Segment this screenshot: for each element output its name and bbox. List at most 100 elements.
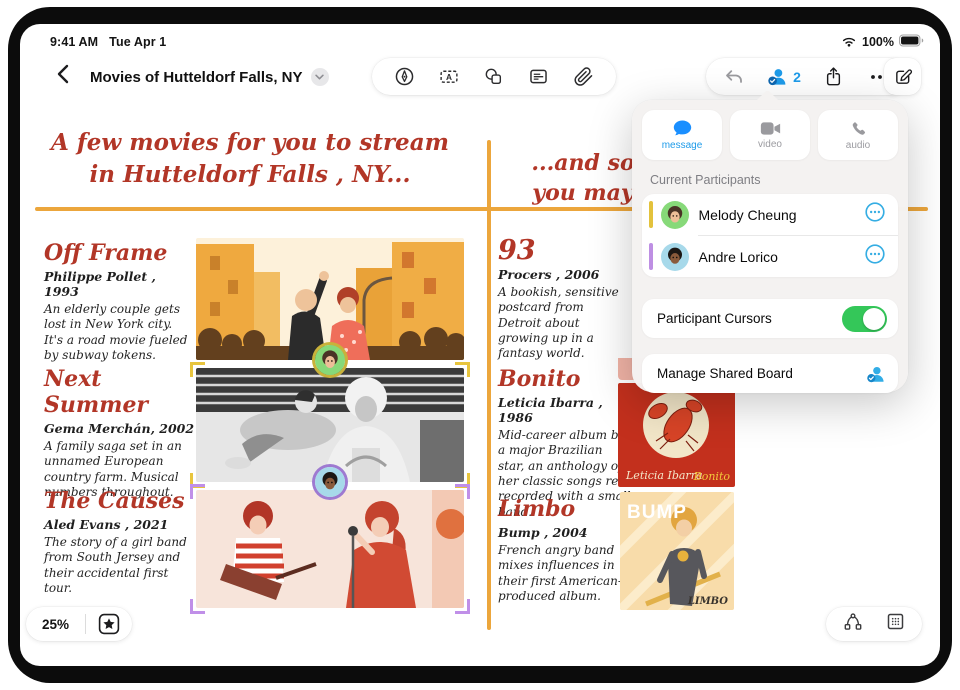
message-button[interactable]: message [642,110,722,160]
audio-label: audio [846,140,870,151]
melody-avatar-icon [315,345,345,375]
album-cover-limbo[interactable]: BUMP LIMBO [620,492,734,610]
movie-note-the-causes[interactable]: The Causes Aled Evans , 2021 The story o… [44,488,196,596]
album-description: French angry band mixes influences in th… [498,543,628,604]
zoom-control: 25% [26,607,132,641]
orange-vertical-divider[interactable] [487,140,491,630]
collaboration-popover: message video audio Current Participants [632,100,908,392]
video-label: video [758,139,782,150]
actions-toolbar: 2 [706,58,908,95]
next-summer-illustration [196,368,464,482]
manage-shared-board-button[interactable]: Manage Shared Board [642,354,898,393]
chevron-down-icon [315,74,324,80]
shapes-tool-button[interactable] [481,63,507,91]
note-icon [528,66,549,87]
zoom-level-button[interactable]: 25% [26,617,85,632]
new-board-button[interactable] [884,58,921,95]
attachment-tool-button[interactable] [571,63,597,91]
movie-title: Next Summer [44,366,196,418]
status-bar-right: 100% [841,34,924,50]
participant-name: Andre Lorico [699,249,865,265]
cover-artist-text: Leticia Ibarra [625,469,703,482]
avatar [661,201,689,229]
undo-button[interactable] [721,63,747,91]
board-title-control[interactable]: Movies of Hutteldorf Falls, NY [90,68,329,86]
grid-snap-button[interactable] [885,611,906,637]
album-title: 93 [498,238,626,264]
battery-icon [899,34,924,50]
draw-tool-button[interactable] [391,63,417,91]
participants-card: Melody Cheung Andre Lorico [642,194,898,277]
participant-count-badge: 2 [793,69,801,85]
sticky-note-tool-button[interactable] [526,63,552,91]
compose-icon [893,67,913,87]
participants-header: Current Participants [650,173,890,187]
movie-title: The Causes [44,488,196,514]
movie-note-next-summer[interactable]: Next Summer Gema Merchán, 2002 A family … [44,366,196,500]
movie-byline: Philippe Pollet , 1993 [44,269,194,299]
album-byline: Procers , 2006 [498,267,626,282]
movie-description: The story of a girl band from South Jers… [44,535,196,596]
collaboration-button[interactable]: 2 [767,66,801,87]
wifi-icon [841,35,857,50]
cover-title-text: Bonito [693,470,731,483]
melody-accent-bar [649,201,653,228]
participant-row-melody: Melody Cheung [642,194,898,235]
audio-button[interactable]: audio [818,110,898,160]
participant-cursors-label: Participant Cursors [657,311,842,326]
album-cover-bonito[interactable]: Leticia Ibarra Bonito [618,383,735,487]
participant-options-button[interactable] [864,243,886,270]
connector-lines-button[interactable] [842,611,864,637]
toggle-knob [863,308,885,330]
album-title: Bonito [498,366,632,392]
heading-left-line2: in Hutteldorf Falls , NY... [30,159,470,191]
status-date: Tue Apr 1 [109,35,166,49]
ipad-device-frame: 9:41 AM Tue Apr 1 100% Movies of Hutteld… [8,7,952,683]
text-box-icon: A [438,66,460,87]
battery-percent-label: 100% [862,35,894,49]
video-button[interactable]: video [730,110,810,160]
album-note-limbo[interactable]: Limbo Bump , 2004 French angry band mixe… [498,496,628,604]
participant-row-andre: Andre Lorico [642,236,898,277]
movie-note-off-frame[interactable]: Off Frame Philippe Pollet , 1993 An elde… [44,240,194,363]
title-menu-button[interactable] [311,68,329,86]
message-label: message [662,140,703,151]
andre-avatar-icon [315,467,345,497]
screen: 9:41 AM Tue Apr 1 100% Movies of Hutteld… [20,24,940,666]
movie-still-off-frame[interactable] [196,238,464,360]
limbo-cover-illustration: BUMP LIMBO [620,492,734,610]
movie-byline: Aled Evans , 2021 [44,517,196,532]
text-tool-button[interactable]: A [436,63,462,91]
participant-cursor-melody [315,345,345,375]
status-time: 9:41 AM [50,35,98,49]
undo-icon [724,68,744,86]
participant-name: Melody Cheung [699,207,865,223]
andre-avatar-icon [661,243,689,271]
back-button[interactable] [50,64,74,88]
connector-icon [842,611,864,632]
movie-still-the-causes[interactable] [196,490,464,608]
cover-title-text: LIMBO [687,596,728,607]
phone-icon [850,120,867,137]
movie-description: An elderly couple gets lost in New York … [44,302,194,363]
participant-cursors-toggle[interactable] [842,306,887,332]
album-note-93[interactable]: 93 Procers , 2006 A bookish, sensitive p… [498,238,626,362]
ellipsis-circle-icon [864,201,886,223]
movie-still-next-summer[interactable] [196,368,464,482]
participant-cursor-andre [315,467,345,497]
album-title: Limbo [498,496,628,522]
collaboration-people-icon [767,66,789,87]
board-heading-left[interactable]: A few movies for you to stream in Huttel… [30,127,470,191]
status-bar-left: 9:41 AM Tue Apr 1 [50,35,166,49]
share-button[interactable] [821,63,847,91]
message-bubble-icon [673,119,692,137]
album-byline: Bump , 2004 [498,525,628,540]
album-description: A bookish, sensitive postcard from Detro… [498,285,626,362]
favorite-button[interactable] [86,612,132,636]
melody-avatar-icon [661,201,689,229]
shapes-icon [483,66,504,87]
paperclip-icon [573,66,594,87]
chevron-left-icon [56,64,69,89]
canvas-view-controls [826,607,922,641]
participant-options-button[interactable] [864,201,886,228]
